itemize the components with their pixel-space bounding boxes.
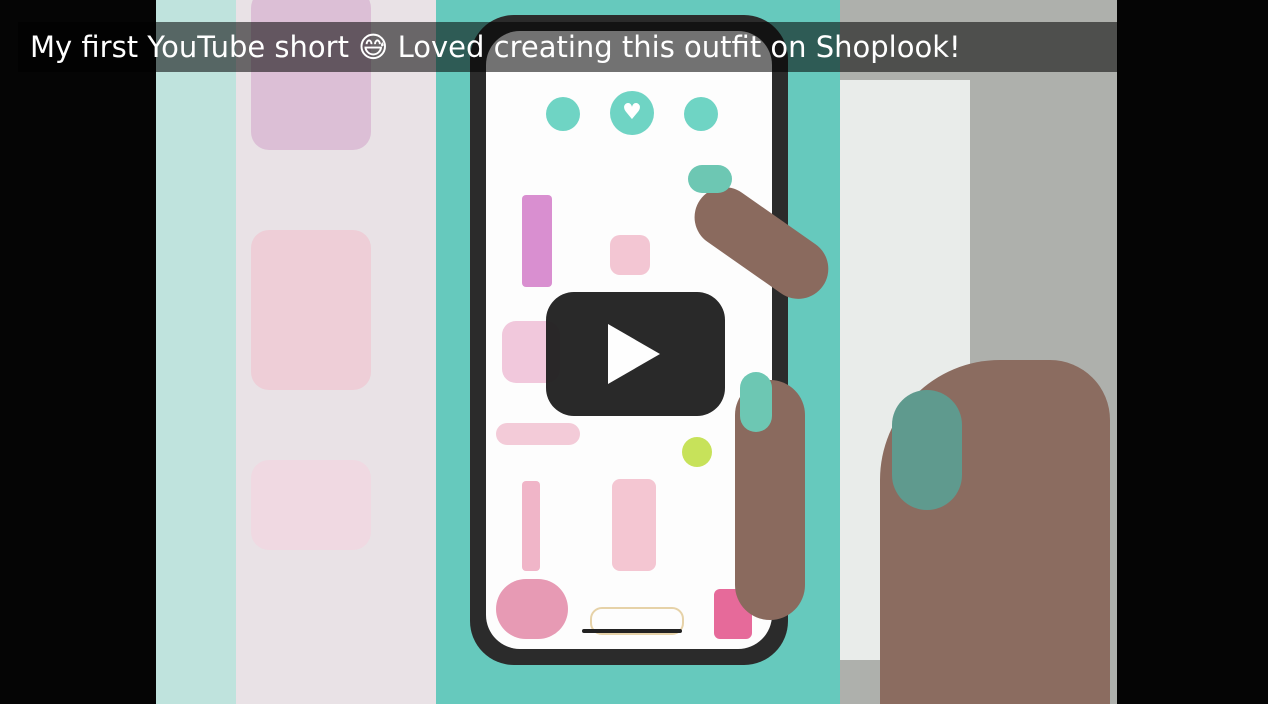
video-backdrop-right: [840, 0, 1117, 704]
video-fingernail-lower: [740, 372, 772, 432]
video-backdrop-left: [156, 0, 436, 704]
video-fingernail-upper: [688, 165, 732, 193]
play-button[interactable]: [546, 292, 725, 416]
item-phone-case: [612, 479, 656, 571]
phone-home-indicator: [582, 629, 682, 633]
item-sunglasses: [496, 423, 580, 445]
app-heart-button: ♥: [610, 91, 654, 135]
video-player[interactable]: ♥ My first YouTube short 😅 Loved creatin…: [0, 0, 1268, 704]
video-title[interactable]: My first YouTube short 😅 Loved creating …: [30, 28, 961, 66]
item-lipgloss: [522, 481, 540, 571]
app-circle-right: [684, 97, 718, 131]
item-tennis-ball: [682, 437, 712, 467]
heart-icon: ♥: [622, 100, 642, 125]
item-scrunchie: [496, 579, 568, 639]
app-circle-left: [546, 97, 580, 131]
item-pants: [522, 195, 552, 287]
play-icon: [608, 324, 660, 384]
item-bag: [610, 235, 650, 275]
